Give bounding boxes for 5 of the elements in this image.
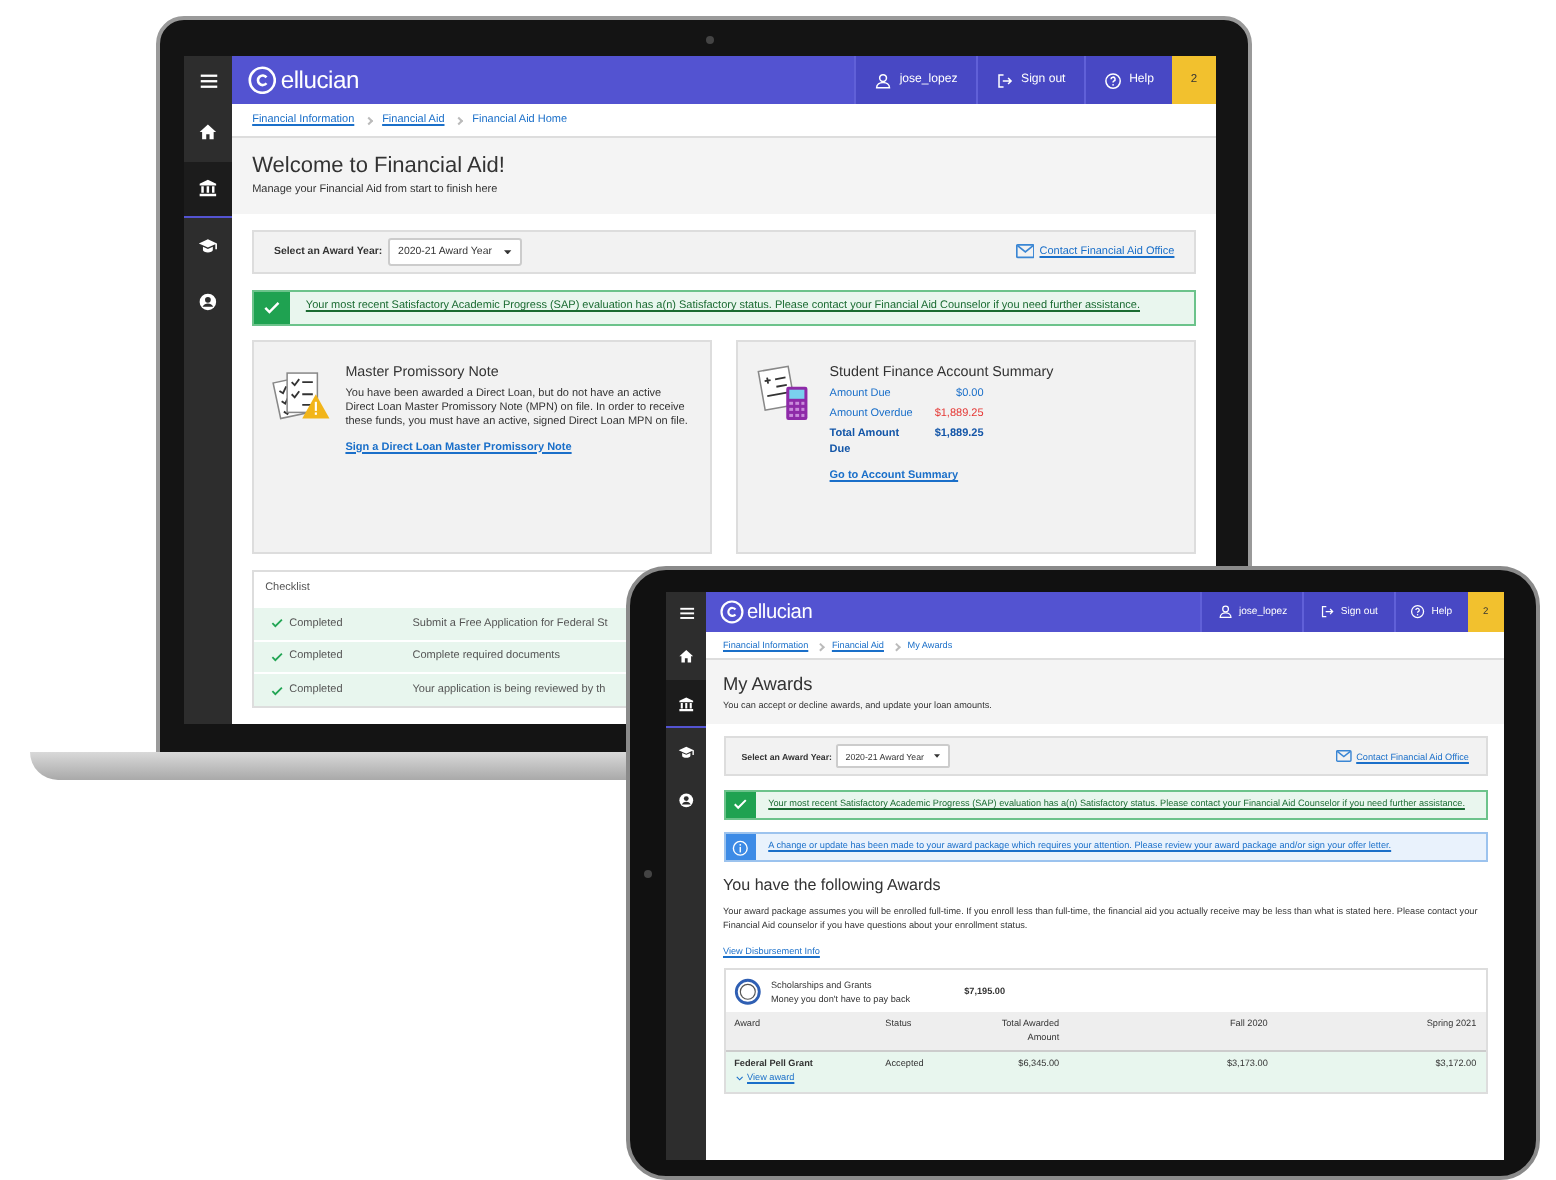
page-title: Welcome to Financial Aid! [252, 153, 507, 178]
logo-text: ellucian [280, 66, 359, 95]
section-heading: You have the following Awards [723, 875, 943, 894]
logo-text: ellucian [746, 601, 813, 624]
page-title: My Awards [723, 673, 815, 694]
